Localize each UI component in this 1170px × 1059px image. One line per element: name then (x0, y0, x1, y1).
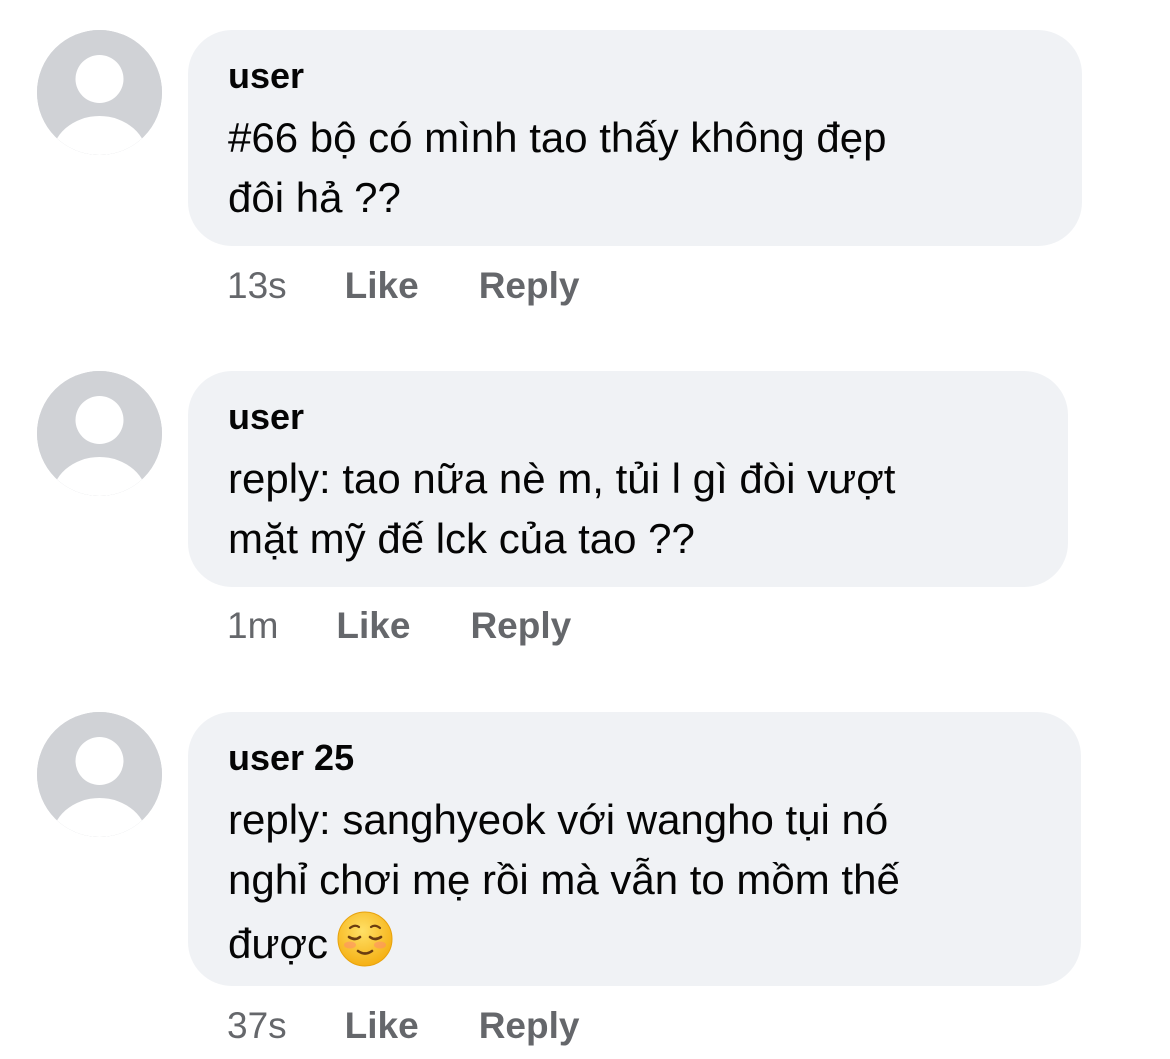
comment-actions: 37s Like Reply (227, 1004, 579, 1048)
comment-author[interactable]: user (228, 56, 1042, 96)
avatar[interactable] (37, 712, 162, 837)
comment-timestamp[interactable]: 37s (227, 1005, 287, 1047)
like-button[interactable]: Like (336, 605, 410, 647)
comment-author[interactable]: user 25 (228, 738, 1041, 778)
comment-text-line: reply: sanghyeok với wangho tụi nó (228, 796, 889, 843)
comment-timestamp[interactable]: 1m (227, 605, 278, 647)
default-avatar-icon (37, 712, 162, 837)
comment-text-line: nghỉ chơi mẹ rồi mà vẫn to mồm thế (228, 856, 900, 903)
comment-text-line: được (228, 920, 329, 967)
comment-timestamp[interactable]: 13s (227, 265, 287, 307)
default-avatar-icon (37, 371, 162, 496)
reply-button[interactable]: Reply (470, 605, 571, 647)
comment-bubble: user #66 bộ có mình tao thấy không đẹp đ… (188, 30, 1082, 246)
comment-text-line: #66 bộ có mình tao thấy không đẹp (228, 114, 887, 161)
comment-actions: 1m Like Reply (227, 604, 571, 648)
default-avatar-icon (37, 30, 162, 155)
comment-bubble: user 25 reply: sanghyeok với wangho tụi … (188, 712, 1081, 986)
comment-text-line: đôi hả ?? (228, 174, 401, 221)
comment-text-line-with-emoji: được (228, 910, 1041, 974)
reply-button[interactable]: Reply (479, 1005, 580, 1047)
avatar[interactable] (37, 371, 162, 496)
like-button[interactable]: Like (345, 265, 419, 307)
comment-text-line: reply: tao nữa nè m, tủi l gì đòi vượt (228, 455, 896, 502)
reply-button[interactable]: Reply (479, 265, 580, 307)
relieved-face-emoji (336, 910, 394, 968)
comment-author[interactable]: user (228, 397, 1028, 437)
comment-actions: 13s Like Reply (227, 264, 579, 308)
avatar[interactable] (37, 30, 162, 155)
like-button[interactable]: Like (345, 1005, 419, 1047)
comment-bubble: user reply: tao nữa nè m, tủi l gì đòi v… (188, 371, 1068, 587)
comment-text-line: mặt mỹ đế lck của tao ?? (228, 515, 695, 562)
